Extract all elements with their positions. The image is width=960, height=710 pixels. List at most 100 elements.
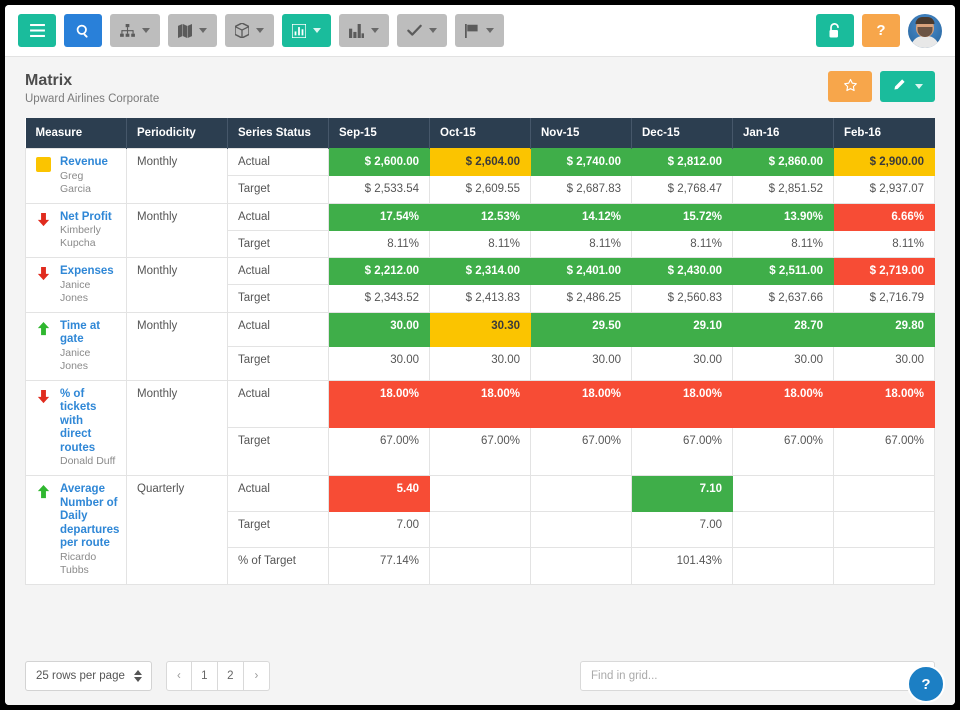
value-cell[interactable]: 18.00% bbox=[833, 379, 935, 429]
value-cell[interactable]: 101.43% bbox=[631, 547, 733, 585]
user-avatar[interactable] bbox=[908, 13, 942, 48]
value-cell[interactable]: $ 2,687.83 bbox=[530, 175, 632, 204]
column-header-feb-16[interactable]: Feb-16 bbox=[833, 118, 935, 149]
measure-link[interactable]: Revenue bbox=[60, 156, 116, 170]
value-cell[interactable] bbox=[530, 511, 632, 549]
help-bubble-button[interactable]: ? bbox=[907, 665, 945, 703]
value-cell[interactable]: $ 2,740.00 bbox=[530, 147, 632, 177]
value-cell[interactable] bbox=[732, 547, 834, 585]
value-cell[interactable]: $ 2,812.00 bbox=[631, 147, 733, 177]
unlock-button[interactable] bbox=[816, 14, 854, 47]
help-button[interactable]: ? bbox=[862, 14, 900, 47]
value-cell[interactable]: $ 2,609.55 bbox=[429, 175, 531, 204]
value-cell[interactable]: $ 2,860.00 bbox=[732, 147, 834, 177]
chevron-down-icon[interactable] bbox=[486, 28, 494, 33]
value-cell[interactable]: 8.11% bbox=[732, 229, 834, 259]
value-cell[interactable]: 30.00 bbox=[328, 345, 430, 381]
column-header-series-status[interactable]: Series Status bbox=[227, 118, 329, 149]
value-cell[interactable]: 8.11% bbox=[328, 229, 430, 259]
value-cell[interactable]: $ 2,900.00 bbox=[833, 147, 935, 177]
value-cell[interactable]: $ 2,716.79 bbox=[833, 284, 935, 313]
value-cell[interactable]: $ 2,768.47 bbox=[631, 175, 733, 204]
value-cell[interactable]: 30.00 bbox=[833, 345, 935, 381]
org-chart-button[interactable] bbox=[110, 14, 160, 47]
value-cell[interactable]: $ 2,430.00 bbox=[631, 256, 733, 286]
value-cell[interactable]: 12.53% bbox=[429, 202, 531, 231]
column-header-measure[interactable]: Measure bbox=[25, 118, 127, 149]
value-cell[interactable]: $ 2,604.00 bbox=[429, 147, 531, 177]
charts-button[interactable] bbox=[282, 14, 331, 47]
column-header-dec-15[interactable]: Dec-15 bbox=[631, 118, 733, 149]
pagination-prev[interactable]: ‹ bbox=[165, 661, 192, 691]
value-cell[interactable]: 77.14% bbox=[328, 547, 430, 585]
value-cell[interactable]: 18.00% bbox=[530, 379, 632, 429]
measure-link[interactable]: % of tickets with direct routes bbox=[60, 388, 116, 456]
value-cell[interactable]: 30.00 bbox=[429, 345, 531, 381]
value-cell[interactable]: 30.30 bbox=[429, 311, 531, 347]
tasks-button[interactable] bbox=[397, 14, 447, 47]
value-cell[interactable]: $ 2,212.00 bbox=[328, 256, 430, 286]
pagination-next[interactable]: › bbox=[243, 661, 270, 691]
value-cell[interactable] bbox=[429, 511, 531, 549]
chevron-down-icon[interactable] bbox=[915, 84, 923, 89]
value-cell[interactable]: 6.66% bbox=[833, 202, 935, 231]
value-cell[interactable]: 18.00% bbox=[429, 379, 531, 429]
value-cell[interactable]: 29.50 bbox=[530, 311, 632, 347]
value-cell[interactable]: 7.10 bbox=[631, 474, 733, 513]
value-cell[interactable]: 7.00 bbox=[631, 511, 733, 549]
value-cell[interactable] bbox=[429, 474, 531, 513]
chevron-down-icon[interactable] bbox=[199, 28, 207, 33]
measure-link[interactable]: Expenses bbox=[60, 265, 116, 279]
value-cell[interactable]: 67.00% bbox=[530, 427, 632, 476]
value-cell[interactable]: 28.70 bbox=[732, 311, 834, 347]
chevron-down-icon[interactable] bbox=[371, 28, 379, 33]
value-cell[interactable] bbox=[833, 511, 935, 549]
value-cell[interactable]: $ 2,533.54 bbox=[328, 175, 430, 204]
value-cell[interactable]: $ 2,560.83 bbox=[631, 284, 733, 313]
value-cell[interactable]: 18.00% bbox=[631, 379, 733, 429]
value-cell[interactable] bbox=[732, 474, 834, 513]
value-cell[interactable]: 67.00% bbox=[429, 427, 531, 476]
value-cell[interactable]: 67.00% bbox=[328, 427, 430, 476]
menu-button[interactable] bbox=[18, 14, 56, 47]
map-button[interactable] bbox=[168, 14, 217, 47]
value-cell[interactable]: $ 2,486.25 bbox=[530, 284, 632, 313]
chevron-down-icon[interactable] bbox=[429, 28, 437, 33]
column-header-nov-15[interactable]: Nov-15 bbox=[530, 118, 632, 149]
value-cell[interactable]: 8.11% bbox=[530, 229, 632, 259]
search-input[interactable] bbox=[580, 661, 935, 691]
value-cell[interactable]: 30.00 bbox=[328, 311, 430, 347]
column-header-jan-16[interactable]: Jan-16 bbox=[732, 118, 834, 149]
value-cell[interactable]: $ 2,851.52 bbox=[732, 175, 834, 204]
value-cell[interactable] bbox=[530, 474, 632, 513]
column-header-sep-15[interactable]: Sep-15 bbox=[328, 118, 430, 149]
value-cell[interactable]: $ 2,937.07 bbox=[833, 175, 935, 204]
value-cell[interactable]: 29.10 bbox=[631, 311, 733, 347]
rows-per-page-select[interactable]: 25 rows per page bbox=[25, 661, 152, 691]
value-cell[interactable]: $ 2,600.00 bbox=[328, 147, 430, 177]
value-cell[interactable]: 17.54% bbox=[328, 202, 430, 231]
value-cell[interactable]: 18.00% bbox=[732, 379, 834, 429]
chevron-down-icon[interactable] bbox=[256, 28, 264, 33]
chevron-down-icon[interactable] bbox=[313, 28, 321, 33]
measure-link[interactable]: Time at gate bbox=[60, 320, 116, 347]
edit-button[interactable] bbox=[880, 71, 935, 102]
search-button[interactable] bbox=[64, 14, 102, 47]
value-cell[interactable]: $ 2,314.00 bbox=[429, 256, 531, 286]
favorite-button[interactable] bbox=[828, 71, 872, 102]
measure-link[interactable]: Net Profit bbox=[60, 211, 116, 225]
column-header-oct-15[interactable]: Oct-15 bbox=[429, 118, 531, 149]
value-cell[interactable]: 30.00 bbox=[631, 345, 733, 381]
value-cell[interactable]: 18.00% bbox=[328, 379, 430, 429]
value-cell[interactable]: 30.00 bbox=[530, 345, 632, 381]
value-cell[interactable]: 29.80 bbox=[833, 311, 935, 347]
value-cell[interactable]: 8.11% bbox=[833, 229, 935, 259]
value-cell[interactable]: 67.00% bbox=[631, 427, 733, 476]
flags-button[interactable] bbox=[455, 14, 504, 47]
column-header-periodicity[interactable]: Periodicity bbox=[126, 118, 228, 149]
value-cell[interactable]: 13.90% bbox=[732, 202, 834, 231]
chevron-down-icon[interactable] bbox=[142, 28, 150, 33]
value-cell[interactable]: $ 2,401.00 bbox=[530, 256, 632, 286]
value-cell[interactable]: $ 2,413.83 bbox=[429, 284, 531, 313]
value-cell[interactable]: 5.40 bbox=[328, 474, 430, 513]
